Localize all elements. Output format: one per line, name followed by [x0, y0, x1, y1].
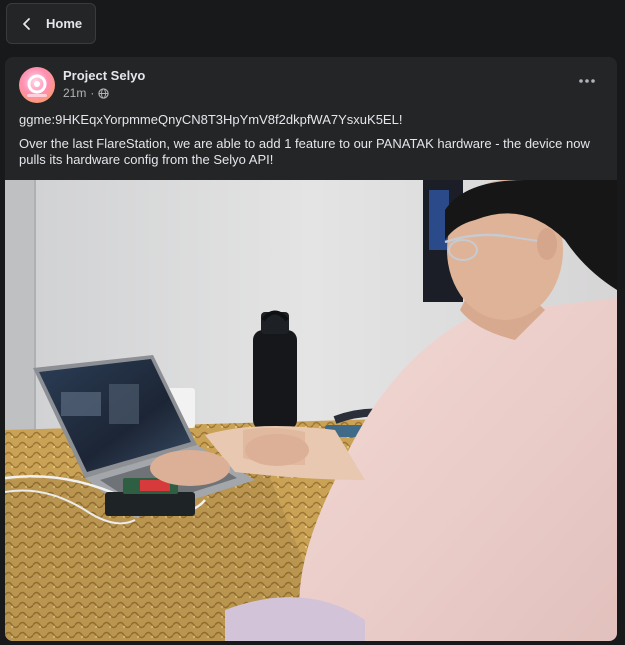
post-photo[interactable]	[5, 180, 617, 641]
more-horizontal-icon	[579, 79, 595, 83]
home-back-button[interactable]: Home	[6, 3, 96, 44]
page-avatar[interactable]	[19, 67, 55, 103]
post-body: ggme:9HKEqxYorpmmeQnyCN8T3HpYmV8f2dkpfWA…	[19, 112, 603, 176]
post-meta: 21m ·	[63, 86, 110, 100]
post-more-button[interactable]	[573, 71, 601, 91]
home-back-label: Home	[46, 16, 83, 31]
post-line-message: Over the last FlareStation, we are able …	[19, 136, 590, 167]
post-card: Project Selyo 21m · ggme:9HKEqxYorpmmeQn…	[5, 57, 617, 641]
chevron-left-icon	[23, 17, 30, 30]
post-time[interactable]: 21m	[63, 86, 86, 100]
selyo-logo-icon	[27, 74, 47, 97]
globe-icon	[98, 87, 110, 99]
meta-separator: ·	[90, 86, 95, 100]
post-author[interactable]: Project Selyo	[63, 68, 145, 83]
post-line-code: ggme:9HKEqxYorpmmeQnyCN8T3HpYmV8f2dkpfWA…	[19, 112, 403, 127]
